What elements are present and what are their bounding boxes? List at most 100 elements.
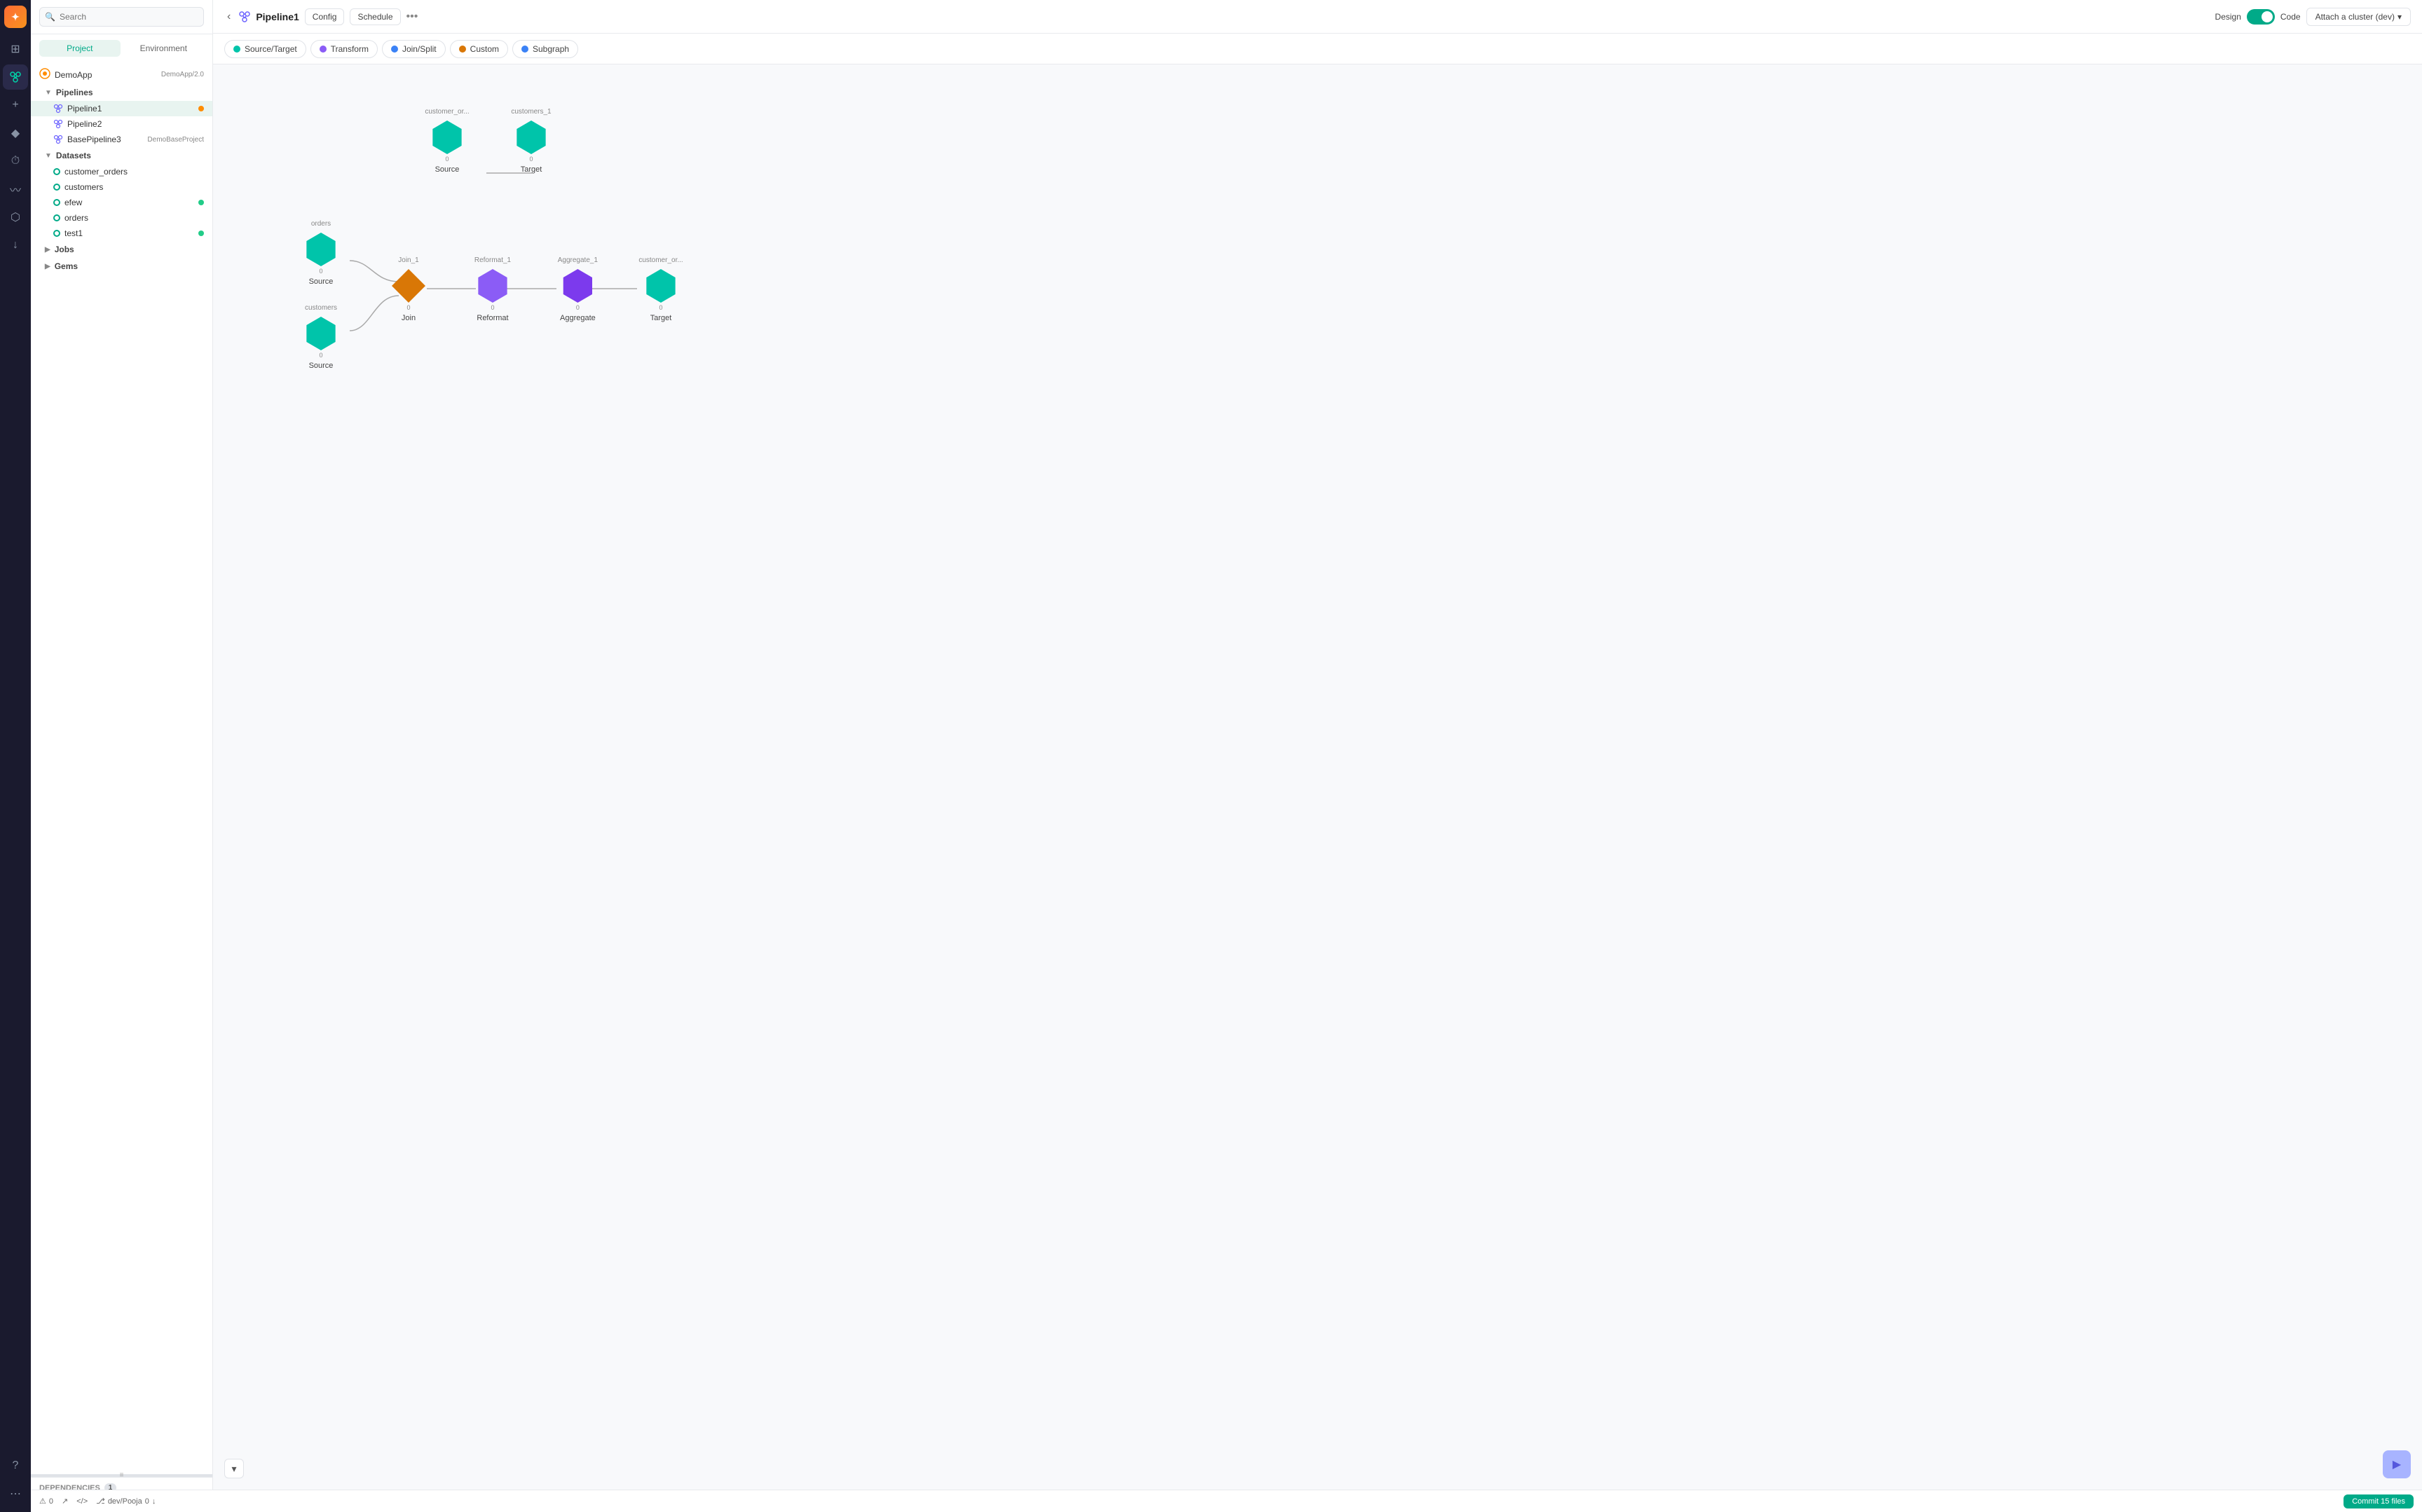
join-split-button[interactable]: Join/Split [382, 40, 446, 58]
commit-button[interactable]: Commit 15 files [2344, 1494, 2414, 1508]
target1-title: customers_1 [511, 108, 551, 116]
sidebar: 🔍 Project Environment DemoApp DemoApp/2.… [31, 0, 213, 1512]
customers-hex [304, 317, 338, 350]
config-button[interactable]: Config [305, 8, 345, 25]
transform-dot [320, 46, 327, 53]
dataset-efew-label: efew [64, 198, 82, 207]
design-code-toggle[interactable] [2247, 9, 2275, 25]
code-status: </> [76, 1497, 88, 1506]
sidebar-tabs: Project Environment [31, 34, 212, 62]
node-join1[interactable]: Join_1 0 Join [392, 269, 425, 322]
canvas-connections [213, 64, 2422, 1490]
attach-chevron-icon: ▾ [2397, 12, 2402, 22]
more-rail-icon[interactable]: ⋯ [3, 1481, 28, 1506]
code-icon: </> [76, 1497, 88, 1506]
subgraph-dot [521, 46, 528, 53]
tab-environment[interactable]: Environment [123, 40, 205, 57]
test1-status-dot [198, 231, 204, 236]
datasets-label: Datasets [56, 151, 91, 160]
sidebar-item-pipelines[interactable] [3, 64, 28, 90]
target1-hex [514, 121, 548, 154]
chevron-gems: ▶ [45, 263, 50, 270]
source-target-label: Source/Target [245, 44, 297, 54]
join1-title: Join_1 [398, 256, 418, 264]
section-pipelines[interactable]: ▼ Pipelines [31, 84, 212, 101]
tab-project[interactable]: Project [39, 40, 121, 57]
node-aggregate1[interactable]: Aggregate_1 0 Aggregate [560, 269, 596, 322]
pipeline-canvas[interactable]: customer_or... 0 Source customers_1 0 Ta… [213, 64, 2422, 1490]
target2-label: Target [650, 314, 672, 322]
target1-counter: 0 [529, 156, 533, 163]
join-split-label: Join/Split [402, 44, 437, 54]
sidebar-item-orders[interactable]: orders [31, 210, 212, 226]
dataset-customers-label: customers [64, 182, 103, 192]
sidebar-item-basepipeline3[interactable]: BasePipeline3 DemoBaseProject [31, 132, 212, 147]
basepipeline3-tag: DemoBaseProject [147, 136, 204, 144]
node-source1[interactable]: customer_or... 0 Source [430, 121, 464, 174]
node-target2[interactable]: customer_or... 0 Target [644, 269, 678, 322]
orders-title: orders [311, 220, 331, 228]
help-rail-icon[interactable]: ? [3, 1453, 28, 1478]
node-source-orders[interactable]: orders 0 Source [304, 233, 338, 286]
sidebar-item-efew[interactable]: efew [31, 195, 212, 210]
schedule-button[interactable]: Schedule [350, 8, 400, 25]
reformat1-label: Reformat [477, 314, 508, 322]
target2-title: customer_or... [638, 256, 683, 264]
zoom-down-button[interactable]: ▾ [224, 1459, 244, 1478]
transform-button[interactable]: Transform [310, 40, 378, 58]
custom-button[interactable]: Custom [450, 40, 508, 58]
source1-label: Source [435, 165, 460, 174]
dataset-circle-icon2 [53, 184, 60, 191]
node-source-customers[interactable]: customers 0 Source [304, 317, 338, 370]
history-rail-icon[interactable]: ⏱ [3, 149, 28, 174]
attach-cluster-button[interactable]: Attach a cluster (dev) ▾ [2306, 8, 2411, 26]
subgraph-button[interactable]: Subgraph [512, 40, 578, 58]
aggregate1-title: Aggregate_1 [558, 256, 598, 264]
warning-icon: ⚠ [39, 1497, 46, 1506]
zoom-controls: ▾ [224, 1459, 244, 1478]
sidebar-app-item[interactable]: DemoApp DemoApp/2.0 [31, 65, 212, 84]
aggregate1-label: Aggregate [560, 314, 596, 322]
jobs-label: Jobs [55, 245, 74, 254]
search-input[interactable] [39, 7, 204, 27]
sidebar-item-test1[interactable]: test1 [31, 226, 212, 241]
code-label: Code [2280, 12, 2301, 22]
changes-count: 0 [145, 1497, 149, 1506]
sidebar-item-pipeline2[interactable]: Pipeline2 [31, 116, 212, 132]
custom-label: Custom [470, 44, 499, 54]
sidebar-search-area: 🔍 [31, 0, 212, 34]
node-reformat1[interactable]: Reformat_1 0 Reformat [476, 269, 509, 322]
basepipeline3-label: BasePipeline3 [67, 135, 121, 144]
gem-rail-icon[interactable]: ◆ [3, 121, 28, 146]
connections-rail-icon[interactable]: ⬡ [3, 205, 28, 230]
sidebar-item-pipeline1[interactable]: Pipeline1 [31, 101, 212, 116]
download-rail-icon[interactable]: ↓ [3, 233, 28, 258]
attach-label: Attach a cluster (dev) [2315, 12, 2395, 22]
monitor-rail-icon[interactable]: 〰 [3, 177, 28, 202]
section-jobs[interactable]: ▶ Jobs [31, 241, 212, 258]
sidebar-item-home[interactable]: ⊞ [3, 36, 28, 62]
dataset-circle-icon4 [53, 214, 60, 221]
section-datasets[interactable]: ▼ Datasets [31, 147, 212, 164]
play-button[interactable]: ▶ [2383, 1450, 2411, 1478]
customers-source-label: Source [309, 362, 334, 370]
top-nav: ‹ Pipeline1 Config Schedule ••• Design C… [213, 0, 2422, 34]
sidebar-item-customers[interactable]: customers [31, 179, 212, 195]
section-gems[interactable]: ▶ Gems [31, 258, 212, 275]
join-split-dot [391, 46, 398, 53]
source-target-button[interactable]: Source/Target [224, 40, 306, 58]
more-options-button[interactable]: ••• [406, 11, 418, 23]
dataset-customer-orders-label: customer_orders [64, 167, 128, 177]
sidebar-item-customer-orders[interactable]: customer_orders [31, 164, 212, 179]
back-button[interactable]: ‹ [224, 8, 233, 26]
pipelines-label: Pipelines [56, 88, 93, 97]
subgraph-label: Subgraph [533, 44, 569, 54]
pipeline-title-icon [239, 11, 250, 22]
efew-status-dot [198, 200, 204, 205]
app-logo[interactable]: ✦ [4, 6, 27, 28]
node-target1[interactable]: customers_1 0 Target [514, 121, 548, 174]
join1-counter: 0 [406, 304, 410, 311]
customers-counter: 0 [319, 352, 322, 359]
dataset-test1-label: test1 [64, 228, 83, 238]
add-icon[interactable]: + [3, 92, 28, 118]
